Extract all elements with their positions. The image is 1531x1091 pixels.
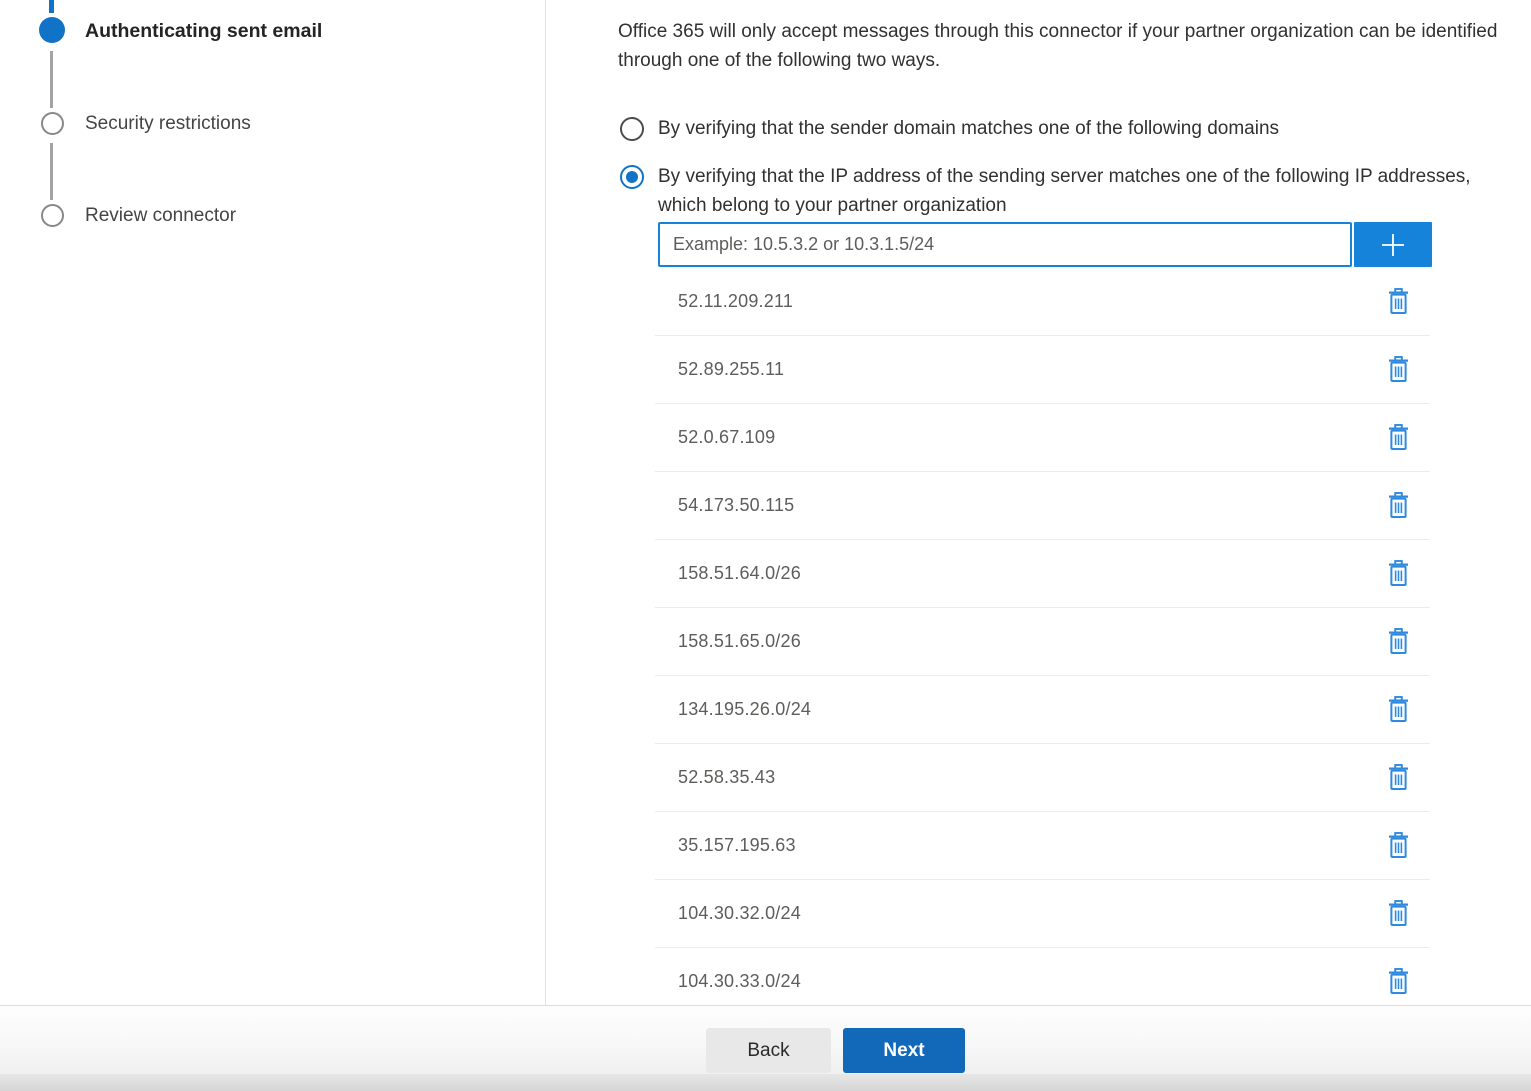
wizard-sidebar: Authenticating sent email Security restr… xyxy=(0,0,546,1005)
ip-address-input[interactable] xyxy=(658,222,1352,267)
ip-value: 52.58.35.43 xyxy=(678,767,775,788)
delete-ip-button[interactable] xyxy=(1383,964,1414,999)
radio-option-sender-domain[interactable]: By verifying that the sender domain matc… xyxy=(620,117,1279,143)
trash-icon xyxy=(1387,356,1410,383)
ip-row: 52.0.67.109 xyxy=(655,404,1430,472)
radio-option-ip-address[interactable]: By verifying that the IP address of the … xyxy=(620,165,1476,220)
ip-entry-row xyxy=(658,222,1432,267)
ip-row: 158.51.65.0/26 xyxy=(655,608,1430,676)
step-label-review: Review connector xyxy=(85,204,236,228)
radio-dot xyxy=(626,171,638,183)
ip-row: 52.11.209.211 xyxy=(655,268,1430,336)
ip-value: 104.30.32.0/24 xyxy=(678,903,801,924)
ip-value: 54.173.50.115 xyxy=(678,495,794,516)
trash-icon xyxy=(1387,492,1410,519)
trash-icon xyxy=(1387,288,1410,315)
trash-icon xyxy=(1387,968,1410,995)
main-content: Office 365 will only accept messages thr… xyxy=(618,0,1531,1005)
delete-ip-button[interactable] xyxy=(1383,556,1414,591)
step-label-authenticating: Authenticating sent email xyxy=(85,19,322,43)
radio-selected-icon[interactable] xyxy=(620,165,644,189)
delete-ip-button[interactable] xyxy=(1383,284,1414,319)
step-label-security: Security restrictions xyxy=(85,112,251,136)
ip-value: 104.30.33.0/24 xyxy=(678,971,801,992)
ip-value: 52.11.209.211 xyxy=(678,291,793,312)
trash-icon xyxy=(1387,424,1410,451)
ip-row: 35.157.195.63 xyxy=(655,812,1430,880)
step-circle-security xyxy=(41,112,64,135)
ip-value: 158.51.65.0/26 xyxy=(678,631,801,652)
delete-ip-button[interactable] xyxy=(1383,488,1414,523)
ip-list: 52.11.209.211 52.89.255.11 xyxy=(655,268,1430,1016)
trash-icon xyxy=(1387,832,1410,859)
trash-icon xyxy=(1387,764,1410,791)
bottom-strip xyxy=(0,1074,1531,1091)
step-connector xyxy=(50,51,53,108)
ip-value: 134.195.26.0/24 xyxy=(678,699,811,720)
trash-icon xyxy=(1387,900,1410,927)
radio-option-ip-address-label: By verifying that the IP address of the … xyxy=(658,162,1476,220)
next-button[interactable]: Next xyxy=(843,1028,965,1073)
add-ip-button[interactable] xyxy=(1354,222,1432,267)
intro-text: Office 365 will only accept messages thr… xyxy=(618,17,1526,75)
plus-icon xyxy=(1377,229,1409,261)
delete-ip-button[interactable] xyxy=(1383,352,1414,387)
delete-ip-button[interactable] xyxy=(1383,624,1414,659)
delete-ip-button[interactable] xyxy=(1383,896,1414,931)
step-circle-authenticating xyxy=(39,17,65,43)
delete-ip-button[interactable] xyxy=(1383,420,1414,455)
step-connector-top xyxy=(49,0,54,13)
ip-value: 52.0.67.109 xyxy=(678,427,775,448)
ip-value: 35.157.195.63 xyxy=(678,835,796,856)
ip-row: 134.195.26.0/24 xyxy=(655,676,1430,744)
delete-ip-button[interactable] xyxy=(1383,828,1414,863)
step-connector xyxy=(50,143,53,200)
step-circle-review xyxy=(41,204,64,227)
trash-icon xyxy=(1387,696,1410,723)
ip-row: 52.58.35.43 xyxy=(655,744,1430,812)
ip-row: 54.173.50.115 xyxy=(655,472,1430,540)
ip-value: 158.51.64.0/26 xyxy=(678,563,801,584)
ip-value: 52.89.255.11 xyxy=(678,359,784,380)
ip-row: 158.51.64.0/26 xyxy=(655,540,1430,608)
ip-row: 52.89.255.11 xyxy=(655,336,1430,404)
trash-icon xyxy=(1387,560,1410,587)
radio-unselected-icon[interactable] xyxy=(620,117,644,141)
trash-icon xyxy=(1387,628,1410,655)
back-button[interactable]: Back xyxy=(706,1028,831,1073)
wizard-stepper: Authenticating sent email Security restr… xyxy=(0,0,545,1005)
delete-ip-button[interactable] xyxy=(1383,760,1414,795)
ip-row: 104.30.32.0/24 xyxy=(655,880,1430,948)
radio-option-sender-domain-label: By verifying that the sender domain matc… xyxy=(658,114,1279,143)
delete-ip-button[interactable] xyxy=(1383,692,1414,727)
